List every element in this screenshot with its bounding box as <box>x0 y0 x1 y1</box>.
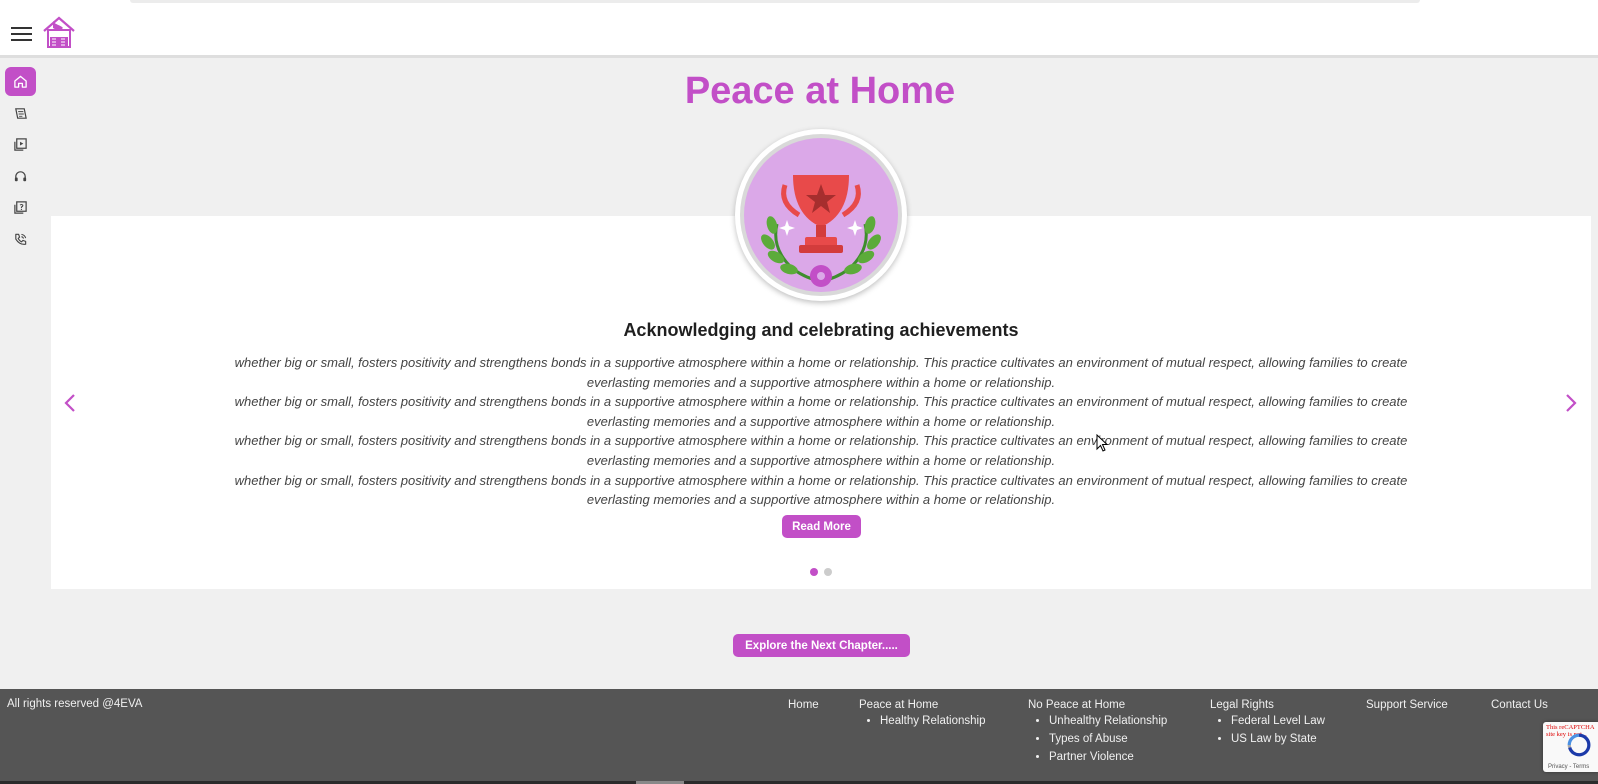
support-headset-icon <box>14 171 27 182</box>
recaptcha-terms[interactable]: Privacy - Terms <box>1548 764 1589 770</box>
footer-link-types-of-abuse[interactable]: Types of Abuse <box>1049 733 1167 745</box>
recaptcha-icon <box>1567 733 1591 757</box>
sidebar-item-contact[interactable] <box>5 225 36 254</box>
footer-link-unhealthy-relationship[interactable]: Unhealthy Relationship <box>1049 715 1167 727</box>
footer-link-us-law-by-state[interactable]: US Law by State <box>1231 733 1325 745</box>
hamburger-menu-icon[interactable] <box>11 27 32 41</box>
slide-paragraph: whether big or small, fosters positivity… <box>234 472 1408 508</box>
explore-next-chapter-button[interactable]: Explore the Next Chapter..... <box>733 634 910 657</box>
house-logo-icon[interactable] <box>42 15 76 49</box>
chevron-right-icon <box>1566 394 1577 412</box>
footer-link-contact-us[interactable]: Contact Us <box>1491 699 1548 711</box>
footer-link-partner-violence[interactable]: Partner Violence <box>1049 751 1167 763</box>
footer-col-legal: Legal Rights Federal Level Law US Law by… <box>1210 699 1325 751</box>
footer-link-home[interactable]: Home <box>788 699 819 711</box>
footer-link-no-peace-at-home[interactable]: No Peace at Home <box>1028 699 1167 711</box>
carousel-dot[interactable] <box>810 568 818 576</box>
chevron-left-icon <box>64 394 75 412</box>
mouse-cursor-icon <box>1096 434 1108 452</box>
slide-paragraph: whether big or small, fosters positivity… <box>234 394 1408 429</box>
recaptcha-badge[interactable]: This reCAPTCHA site key is not... Privac… <box>1543 722 1598 772</box>
slide-heading: Acknowledging and celebrating achievemen… <box>623 320 1019 340</box>
slide-paragraph: whether big or small, fosters positivity… <box>234 355 1408 390</box>
footer-col-no-peace: No Peace at Home Unhealthy Relationship … <box>1028 699 1167 769</box>
footer-col-support: Support Service <box>1366 699 1448 711</box>
carousel-next-button[interactable] <box>1563 392 1579 414</box>
carousel-prev-button[interactable] <box>62 392 78 414</box>
footer-col-peace: Peace at Home Healthy Relationship <box>859 699 985 733</box>
trophy-laurel-icon <box>761 175 881 287</box>
footer-col-home: Home <box>788 699 819 711</box>
slide-image <box>735 129 907 301</box>
footer-col-contact: Contact Us <box>1491 699 1548 711</box>
footer-link-peace-at-home[interactable]: Peace at Home <box>859 699 985 711</box>
carousel-indicators <box>810 568 832 576</box>
sidebar-item-videos[interactable] <box>5 130 36 159</box>
page-title: Peace at Home <box>684 70 956 112</box>
slide-paragraph: whether big or small, fosters positivity… <box>234 433 1408 468</box>
quiz-book-icon <box>14 201 27 214</box>
read-more-button[interactable]: Read More <box>782 515 861 538</box>
footer-link-federal-level-law[interactable]: Federal Level Law <box>1231 715 1325 727</box>
footer-link-healthy-relationship[interactable]: Healthy Relationship <box>880 715 985 727</box>
copyright-text: All rights reserved @4EVA <box>7 698 143 710</box>
app-header <box>0 9 1598 58</box>
footer-link-support-service[interactable]: Support Service <box>1366 699 1448 711</box>
phone-call-icon <box>15 233 27 245</box>
slide-description: whether big or small, fosters positivity… <box>218 353 1424 510</box>
sidebar-item-support[interactable] <box>5 162 36 191</box>
video-library-icon <box>14 138 27 151</box>
footer-link-legal-rights[interactable]: Legal Rights <box>1210 699 1325 711</box>
footer: All rights reserved @4EVA Home Peace at … <box>0 689 1598 784</box>
top-scroll-track <box>130 0 1420 3</box>
carousel-dot[interactable] <box>824 568 832 576</box>
sidebar-item-quiz[interactable] <box>5 193 36 222</box>
